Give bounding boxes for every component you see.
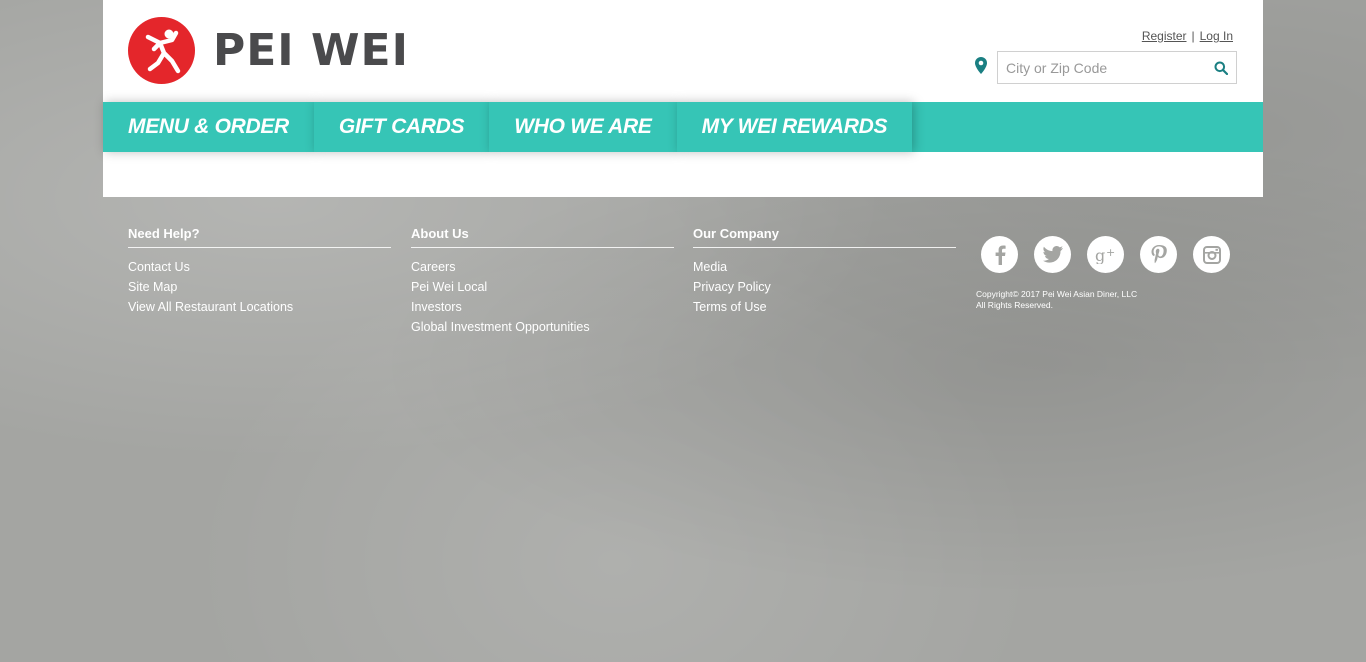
- footer-link-restaurant-locations[interactable]: View All Restaurant Locations: [128, 297, 391, 317]
- svg-text:+: +: [1106, 246, 1115, 259]
- nav-gift-cards[interactable]: GIFT CARDS: [313, 102, 490, 152]
- social-links: g +: [981, 236, 1246, 273]
- footer-column-about-us: About Us Careers Pei Wei Local Investors…: [411, 226, 674, 337]
- footer-link-media[interactable]: Media: [693, 257, 956, 277]
- footer-link-site-map[interactable]: Site Map: [128, 277, 391, 297]
- footer-link-pei-wei-local[interactable]: Pei Wei Local: [411, 277, 674, 297]
- footer-link-careers[interactable]: Careers: [411, 257, 674, 277]
- footer-column-our-company: Our Company Media Privacy Policy Terms o…: [693, 226, 956, 317]
- city-zip-input[interactable]: [998, 59, 1206, 76]
- footer-link-contact-us[interactable]: Contact Us: [128, 257, 391, 277]
- map-pin-icon: [975, 56, 987, 79]
- instagram-icon[interactable]: [1193, 236, 1230, 273]
- svg-text:g: g: [1095, 246, 1105, 264]
- footer-link-privacy-policy[interactable]: Privacy Policy: [693, 277, 956, 297]
- nav-my-wei-rewards[interactable]: MY WEI REWARDS: [676, 102, 913, 152]
- location-search-box: [997, 51, 1237, 84]
- auth-separator: |: [1191, 29, 1195, 43]
- header-panel: PEI WEI Register | Log In MENU & ORDER GIF…: [103, 0, 1263, 197]
- copyright-text: Copyright© 2017 Pei Wei Asian Diner, LLC…: [976, 289, 1137, 311]
- nav-menu-order[interactable]: MENU & ORDER: [103, 102, 314, 152]
- pinterest-icon[interactable]: [1140, 236, 1177, 273]
- pei-wei-figure-icon: [128, 17, 195, 84]
- rights-line: All Rights Reserved.: [976, 300, 1054, 310]
- footer-link-global-investment[interactable]: Global Investment Opportunities: [411, 317, 674, 337]
- footer-heading: About Us: [411, 226, 674, 248]
- login-link[interactable]: Log In: [1200, 29, 1233, 43]
- footer-link-terms-of-use[interactable]: Terms of Use: [693, 297, 956, 317]
- auth-links: Register | Log In: [1142, 29, 1233, 43]
- main-nav: MENU & ORDER GIFT CARDS WHO WE ARE MY WE…: [103, 102, 1263, 152]
- brand-wordmark: PEI WEI: [213, 24, 409, 76]
- footer-link-investors[interactable]: Investors: [411, 297, 674, 317]
- footer-column-need-help: Need Help? Contact Us Site Map View All …: [128, 226, 391, 317]
- nav-who-we-are[interactable]: WHO WE ARE: [489, 102, 677, 152]
- twitter-icon[interactable]: [1034, 236, 1071, 273]
- facebook-icon[interactable]: [981, 236, 1018, 273]
- footer-heading: Our Company: [693, 226, 956, 248]
- location-search: [975, 51, 1237, 84]
- brand-logo[interactable]: PEI WEI: [128, 17, 409, 84]
- footer-heading: Need Help?: [128, 226, 391, 248]
- search-icon[interactable]: [1206, 52, 1236, 83]
- copyright-line: Copyright© 2017 Pei Wei Asian Diner, LLC: [976, 289, 1138, 299]
- google-plus-icon[interactable]: g +: [1087, 236, 1124, 273]
- register-link[interactable]: Register: [1142, 29, 1187, 43]
